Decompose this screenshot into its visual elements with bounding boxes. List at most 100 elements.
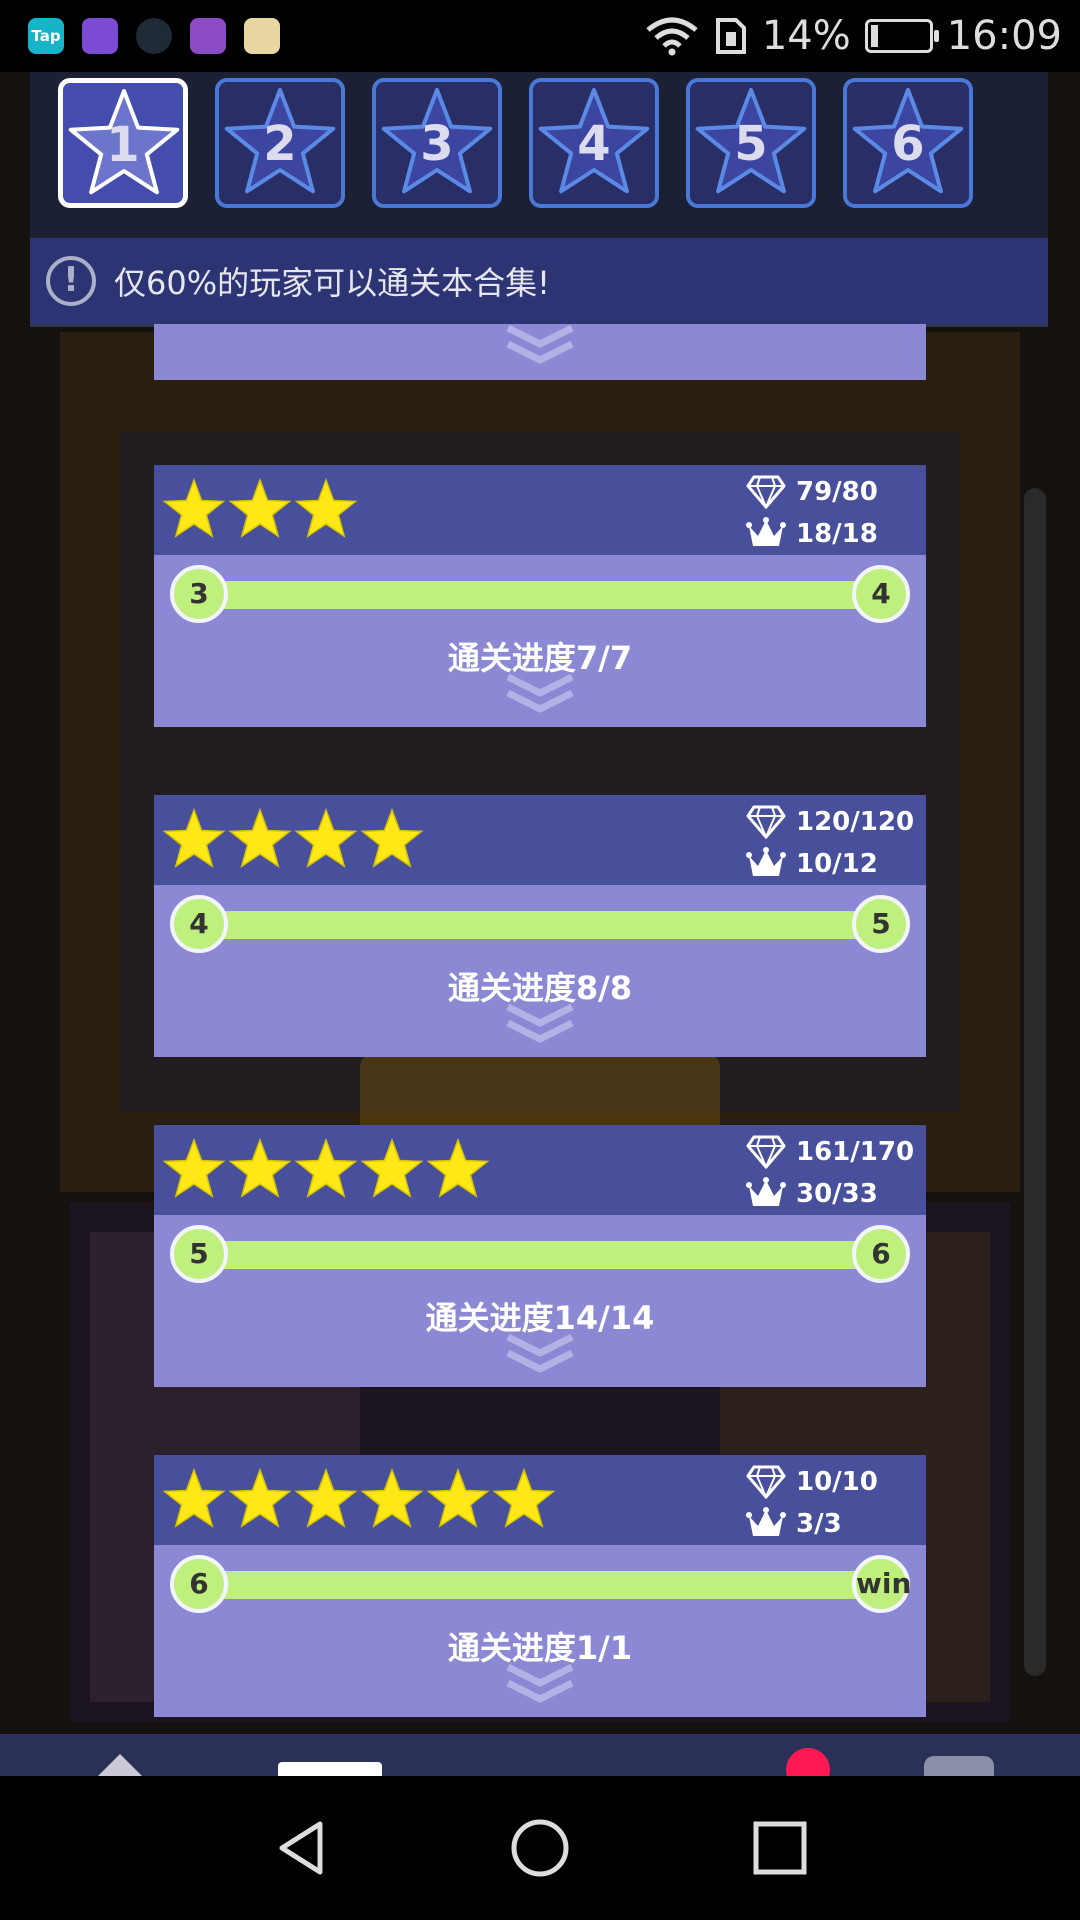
- star-icon: [294, 477, 358, 538]
- crown-stat: 18/18: [746, 513, 916, 555]
- back-icon[interactable]: [270, 1816, 334, 1880]
- tab-2[interactable]: 2: [215, 78, 345, 208]
- star-icon: [162, 477, 226, 538]
- difficulty-stars: [162, 477, 358, 541]
- diamond-stat: 161/170: [746, 1131, 916, 1173]
- tab-number: 5: [734, 116, 768, 172]
- recents-icon[interactable]: [748, 1816, 812, 1880]
- diamond-stat: 10/10: [746, 1461, 916, 1503]
- progress-track: 6 win: [170, 1555, 911, 1613]
- levels-list[interactable]: 79/80 18/18 3 4 通关进度7/7 120/120 10/12 4 5 通关进度8/8…: [0, 324, 1080, 1774]
- partial-card[interactable]: [154, 324, 926, 380]
- expand-chevron-icon[interactable]: [504, 1333, 576, 1377]
- star-icon: [360, 1467, 424, 1528]
- sim-icon: [715, 18, 746, 54]
- to-level-node: win: [852, 1555, 911, 1613]
- progress-bar: [190, 1241, 890, 1269]
- settings-tab-icon[interactable]: [924, 1756, 994, 1776]
- notification-dot: [786, 1748, 830, 1776]
- levels-tab-icon[interactable]: [278, 1762, 382, 1776]
- tab-6[interactable]: 6: [843, 78, 973, 208]
- level-group-card[interactable]: 79/80 18/18 3 4 通关进度7/7: [154, 465, 926, 727]
- diamond-count: 10/10: [796, 1467, 878, 1497]
- star-icon: [228, 1137, 292, 1198]
- tap-app-icon: Tap: [28, 18, 64, 54]
- card-stats: 120/120 10/12: [746, 801, 916, 885]
- crown-icon: [746, 847, 786, 876]
- crown-icon: [746, 1507, 786, 1536]
- star-icon: [294, 807, 358, 868]
- star-icon: [360, 807, 424, 868]
- crown-stat: 10/12: [746, 843, 916, 885]
- crown-icon: [746, 1177, 786, 1206]
- to-level-node: 4: [852, 565, 910, 623]
- difficulty-stars: [162, 807, 424, 871]
- progress-bar: [190, 581, 890, 609]
- tab-number: 3: [420, 116, 454, 172]
- status-bar: Tap 14% 16:09: [0, 0, 1080, 72]
- star-icon: [294, 1137, 358, 1198]
- tab-4[interactable]: 4: [529, 78, 659, 208]
- tab-3[interactable]: 3: [372, 78, 502, 208]
- star-icon: [426, 1467, 490, 1528]
- game-bottom-nav[interactable]: [0, 1734, 1080, 1776]
- card-body: 3 4 通关进度7/7: [154, 555, 926, 727]
- tab-1[interactable]: 1: [58, 78, 188, 208]
- diamond-stat: 120/120: [746, 801, 916, 843]
- level-group-card[interactable]: 10/10 3/3 6 win 通关进度1/1: [154, 1455, 926, 1717]
- diamond-count: 161/170: [796, 1137, 915, 1167]
- tab-number: 1: [106, 117, 140, 173]
- progress-bar: [190, 1571, 890, 1599]
- tab-number: 4: [577, 116, 611, 172]
- tab-number: 2: [263, 116, 297, 172]
- diamond-icon: [746, 805, 786, 840]
- star-icon: [360, 1137, 424, 1198]
- progress-bar: [190, 911, 890, 939]
- tab-5[interactable]: 5: [686, 78, 816, 208]
- crown-count: 10/12: [796, 849, 878, 879]
- diamond-count: 79/80: [796, 477, 878, 507]
- star-icon: [228, 1467, 292, 1528]
- expand-chevron-icon[interactable]: [504, 324, 576, 368]
- star-icon: [162, 1467, 226, 1528]
- diamond-stat: 79/80: [746, 471, 916, 513]
- from-level-node: 5: [170, 1225, 228, 1283]
- star-icon: [228, 477, 292, 538]
- star-icon: [228, 807, 292, 868]
- globe-app-icon: [82, 18, 118, 54]
- card-body: 6 win 通关进度1/1: [154, 1545, 926, 1717]
- expand-chevron-icon[interactable]: [504, 1663, 576, 1707]
- progress-track: 34: [170, 565, 910, 623]
- game-app-icon: [136, 18, 172, 54]
- card-body: 5 6 通关进度14/14: [154, 1215, 926, 1387]
- star-icon: [162, 1137, 226, 1198]
- to-level-node: 5: [852, 895, 910, 953]
- crown-count: 3/3: [796, 1509, 842, 1539]
- clock: 16:09: [946, 13, 1062, 59]
- diamond-icon: [746, 475, 786, 510]
- level-group-card[interactable]: 161/170 30/33 5 6 通关进度14/14: [154, 1125, 926, 1387]
- expand-chevron-icon[interactable]: [504, 673, 576, 717]
- star-app-icon: [244, 18, 280, 54]
- card-stats: 161/170 30/33: [746, 1131, 916, 1215]
- card-header: 120/120 10/12: [154, 795, 926, 885]
- battery-percent: 14%: [761, 13, 851, 59]
- expand-chevron-icon[interactable]: [504, 1003, 576, 1047]
- crown-stat: 30/33: [746, 1173, 916, 1215]
- star-icon: [492, 1467, 556, 1528]
- progress-track: 45: [170, 895, 910, 953]
- to-level-node: 6: [852, 1225, 910, 1283]
- home-tab-icon[interactable]: [96, 1754, 144, 1776]
- difficulty-stars: [162, 1137, 490, 1201]
- scrollbar[interactable]: [1024, 488, 1046, 1676]
- diamond-icon: [746, 1465, 786, 1500]
- card-header: 161/170 30/33: [154, 1125, 926, 1215]
- notice-bar: ! 仅60%的玩家可以通关本合集!: [30, 238, 1048, 324]
- from-level-node: 4: [170, 895, 228, 953]
- crown-stat: 3/3: [746, 1503, 916, 1545]
- level-group-card[interactable]: 120/120 10/12 4 5 通关进度8/8: [154, 795, 926, 1057]
- home-icon[interactable]: [508, 1816, 572, 1880]
- from-level-node: 3: [170, 565, 228, 623]
- tab-number: 6: [891, 116, 925, 172]
- level-pack-header: 1 2 3 4 5 6 ! 仅60%的玩家可以通关本合集!: [30, 72, 1048, 327]
